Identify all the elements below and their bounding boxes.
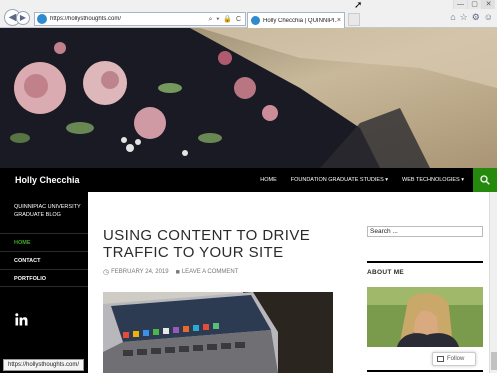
left-sidebar: QUINNIPIAC UNIVERSITY GRADUATE BLOG HOME… bbox=[0, 192, 88, 373]
site-top-nav: Holly Checchia HOME FOUNDATION GRADUATE … bbox=[0, 168, 497, 192]
post-date[interactable]: FEBRUARY 24, 2019 bbox=[111, 269, 168, 275]
primary-menu: HOME FOUNDATION GRADUATE STUDIES ▾ WEB T… bbox=[253, 168, 471, 192]
about-me-heading: ABOUT ME bbox=[367, 269, 405, 276]
sidebar-item-contact[interactable]: CONTACT bbox=[0, 251, 88, 269]
browser-toolbar-icons: ⌂ ☆ ⚙ ☺ bbox=[450, 12, 493, 23]
sidebar-divider bbox=[367, 370, 483, 372]
site-favicon-icon bbox=[37, 14, 47, 24]
tab-close-icon[interactable]: × bbox=[337, 17, 344, 24]
address-tools[interactable]: ⌕ ▾ 🔒 C bbox=[209, 15, 245, 24]
follow-label: Follow bbox=[447, 356, 465, 362]
maximize-button[interactable]: ▢ bbox=[467, 0, 481, 9]
sidebar-item-portfolio[interactable]: PORTFOLIO bbox=[0, 269, 88, 287]
secondary-menu: HOME CONTACT PORTFOLIO bbox=[0, 233, 88, 287]
menu-item-foundation-graduate-studies[interactable]: FOUNDATION GRADUATE STUDIES ▾ bbox=[284, 168, 395, 192]
window-controls: — ▢ ✕ bbox=[453, 0, 495, 9]
featured-image[interactable] bbox=[103, 292, 333, 373]
tab-title: Holly Checchia | QUINNIPI... bbox=[263, 17, 337, 24]
site-title[interactable]: Holly Checchia bbox=[15, 168, 80, 192]
profile-portrait bbox=[367, 287, 483, 347]
minimize-button[interactable]: — bbox=[453, 0, 467, 9]
sidebar-search-input[interactable]: Search ... bbox=[367, 226, 483, 237]
status-bar-url: https://hollysthoughts.com/ bbox=[3, 359, 85, 371]
star-icon[interactable]: ☆ bbox=[460, 12, 468, 23]
mouse-cursor-icon: ➚ bbox=[354, 0, 363, 11]
linkedin-icon[interactable] bbox=[15, 313, 28, 326]
sidebar-item-home[interactable]: HOME bbox=[0, 233, 88, 251]
header-image[interactable] bbox=[0, 28, 497, 168]
address-url[interactable]: https://hollysthoughts.com/ bbox=[50, 16, 209, 22]
menu-item-web-technologies[interactable]: WEB TECHNOLOGIES ▾ bbox=[395, 168, 471, 192]
post-meta: ◷ FEBRUARY 24, 2019 ■ LEAVE A COMMENT bbox=[103, 268, 239, 277]
main-content: USING CONTENT TO DRIVE TRAFFIC TO YOUR S… bbox=[88, 192, 358, 373]
post-title[interactable]: USING CONTENT TO DRIVE TRAFFIC TO YOUR S… bbox=[103, 227, 343, 261]
forward-button[interactable]: ▶ bbox=[16, 11, 30, 25]
address-bar[interactable]: https://hollysthoughts.com/ ⌕ ▾ 🔒 C bbox=[34, 12, 246, 26]
follow-button[interactable]: Follow bbox=[432, 352, 476, 366]
gear-icon[interactable]: ⚙ bbox=[472, 12, 480, 23]
tab-favicon-icon bbox=[251, 16, 260, 25]
about-divider bbox=[367, 261, 483, 263]
header-photo-floral bbox=[0, 28, 497, 168]
clock-icon: ◷ bbox=[103, 269, 110, 276]
smiley-icon[interactable]: ☺ bbox=[484, 12, 493, 23]
search-toggle-button[interactable] bbox=[473, 168, 497, 192]
browser-chrome: — ▢ ✕ ◀ ▶ https://hollysthoughts.com/ ⌕ … bbox=[0, 0, 497, 28]
about-me-photo bbox=[367, 287, 483, 347]
home-icon[interactable]: ⌂ bbox=[450, 12, 455, 23]
close-window-button[interactable]: ✕ bbox=[481, 0, 495, 9]
browser-tab[interactable]: Holly Checchia | QUINNIPI... × bbox=[247, 12, 345, 28]
laptop-photo bbox=[103, 292, 333, 373]
right-sidebar: Search ... ABOUT ME bbox=[358, 192, 497, 373]
leave-comment-link[interactable]: LEAVE A COMMENT bbox=[182, 269, 239, 275]
comment-icon: ■ bbox=[175, 268, 180, 276]
follow-icon bbox=[437, 356, 444, 362]
page-scrollbar[interactable] bbox=[489, 192, 497, 373]
new-tab-button[interactable] bbox=[348, 13, 360, 26]
menu-item-home[interactable]: HOME bbox=[253, 168, 284, 192]
forward-arrow-icon: ▶ bbox=[19, 13, 27, 22]
site-tagline: QUINNIPIAC UNIVERSITY GRADUATE BLOG bbox=[14, 204, 81, 218]
scrollbar-thumb[interactable] bbox=[491, 352, 497, 370]
search-icon bbox=[480, 175, 490, 185]
